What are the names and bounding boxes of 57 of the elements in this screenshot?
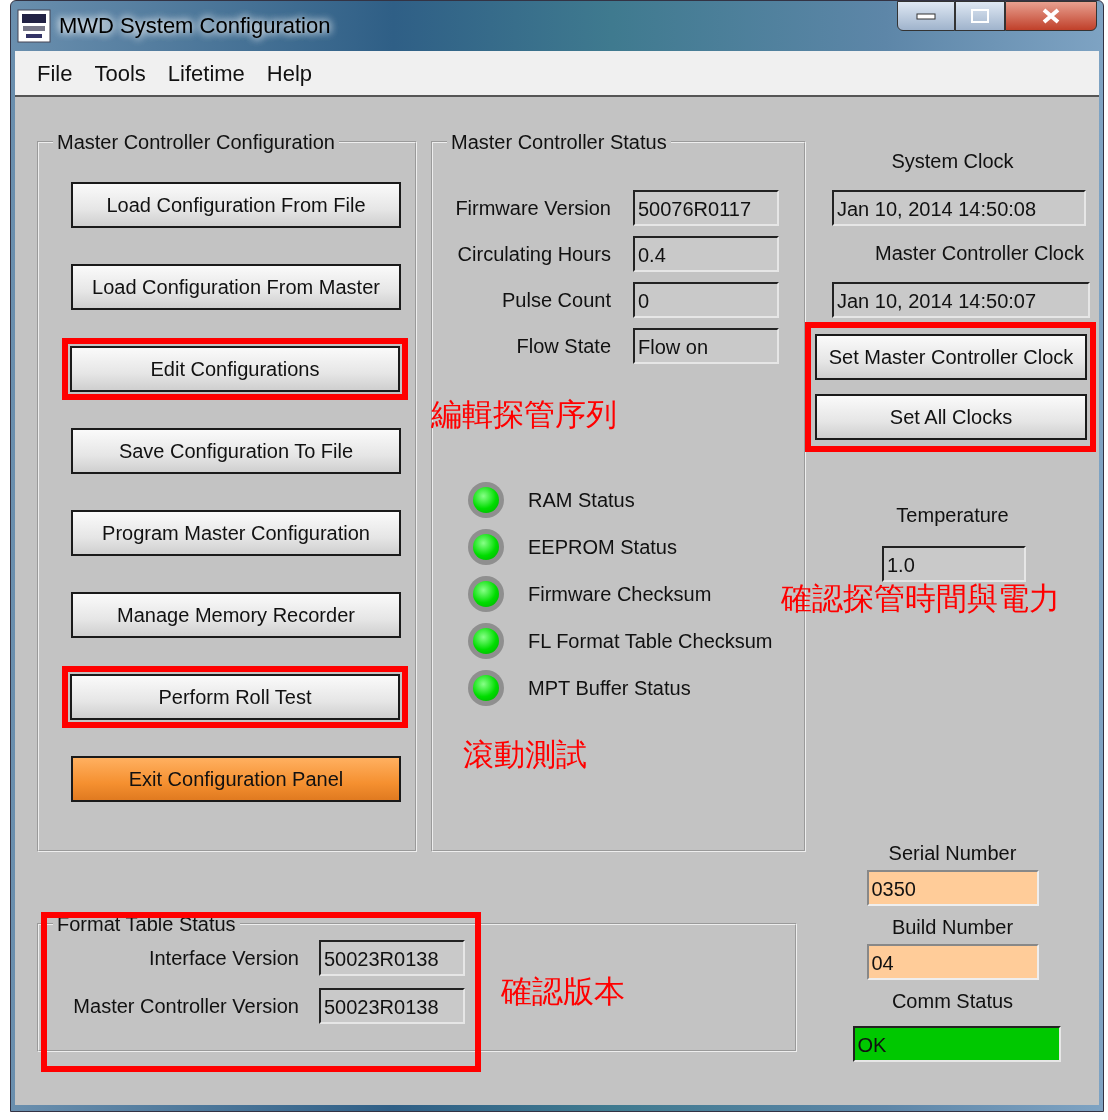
annotation-text: 確認版本 xyxy=(501,976,625,1007)
field-label: Temperature xyxy=(895,503,1010,528)
action-button[interactable]: Perform Roll Test xyxy=(70,674,400,720)
field-label: Circulating Hours xyxy=(456,242,611,267)
field-label: Firmware Version xyxy=(454,196,611,221)
clock-field: Jan 10, 2014 14:50:07 xyxy=(832,282,1090,318)
indicator-label: FL Format Table Checksum xyxy=(528,629,773,654)
action-button[interactable]: Save Configuration To File xyxy=(71,428,401,474)
clock-button[interactable]: Set Master Controller Clock xyxy=(815,334,1087,380)
menu-item[interactable]: File xyxy=(37,56,73,90)
menu-item[interactable]: Lifetime xyxy=(167,56,245,90)
field-label: Master Controller Version xyxy=(72,994,299,1019)
field-label: Master Controller Clock xyxy=(874,241,1084,266)
window-title: MWD System Configuration xyxy=(59,12,331,40)
status-field: 50076R0117 xyxy=(633,190,779,226)
field-label: Comm Status xyxy=(891,989,1014,1014)
action-button[interactable]: Load Configuration From File xyxy=(71,182,401,228)
version-field: 50023R0138 xyxy=(319,988,465,1024)
maximize-icon xyxy=(971,9,989,23)
minimize-icon xyxy=(916,12,936,20)
annotation-text: 編輯探管序列 xyxy=(431,399,617,430)
action-button[interactable]: Edit Configurations xyxy=(70,346,400,392)
clock-button[interactable]: Set All Clocks xyxy=(815,394,1087,440)
indicator-label: RAM Status xyxy=(528,488,635,513)
status-field: Flow on xyxy=(633,328,779,364)
menu-item[interactable]: Tools xyxy=(94,56,146,90)
minimize-button[interactable] xyxy=(897,1,955,31)
indicator-label: Firmware Checksum xyxy=(528,582,712,607)
menu-item[interactable]: Help xyxy=(266,56,313,90)
clock-field: Jan 10, 2014 14:50:08 xyxy=(832,190,1086,226)
version-field: 50023R0138 xyxy=(319,940,465,976)
info-field: 04 xyxy=(866,944,1039,980)
status-field: 0 xyxy=(633,282,779,318)
info-field: 0350 xyxy=(866,870,1039,906)
field-label: Build Number xyxy=(891,915,1014,940)
field-label: System Clock xyxy=(890,149,1015,174)
exit-button[interactable]: Exit Configuration Panel xyxy=(71,756,401,802)
group-title: Master Controller Status xyxy=(450,132,668,152)
indicator-label: EEPROM Status xyxy=(528,535,677,560)
annotation-text: 滾動測試 xyxy=(463,739,587,770)
close-button[interactable] xyxy=(1005,1,1097,31)
maximize-button[interactable] xyxy=(955,1,1005,31)
field-label: Interface Version xyxy=(147,946,299,971)
action-button[interactable]: Load Configuration From Master xyxy=(71,264,401,310)
group-title: Master Controller Configuration xyxy=(56,132,336,152)
app-logo-icon xyxy=(17,9,51,43)
indicator-label: MPT Buffer Status xyxy=(528,676,691,701)
action-button[interactable]: Manage Memory Recorder xyxy=(71,592,401,638)
annotation-text: 確認探管時間與電力 xyxy=(781,583,1060,614)
status-field: 0.4 xyxy=(633,236,779,272)
action-button[interactable]: Program Master Configuration xyxy=(71,510,401,556)
field-label: Pulse Count xyxy=(501,288,611,313)
field-label: Flow State xyxy=(515,334,611,359)
close-icon xyxy=(1042,8,1060,24)
status-field: OK xyxy=(852,1026,1061,1062)
temperature-field: 1.0 xyxy=(882,546,1026,582)
field-label: Serial Number xyxy=(888,841,1017,866)
